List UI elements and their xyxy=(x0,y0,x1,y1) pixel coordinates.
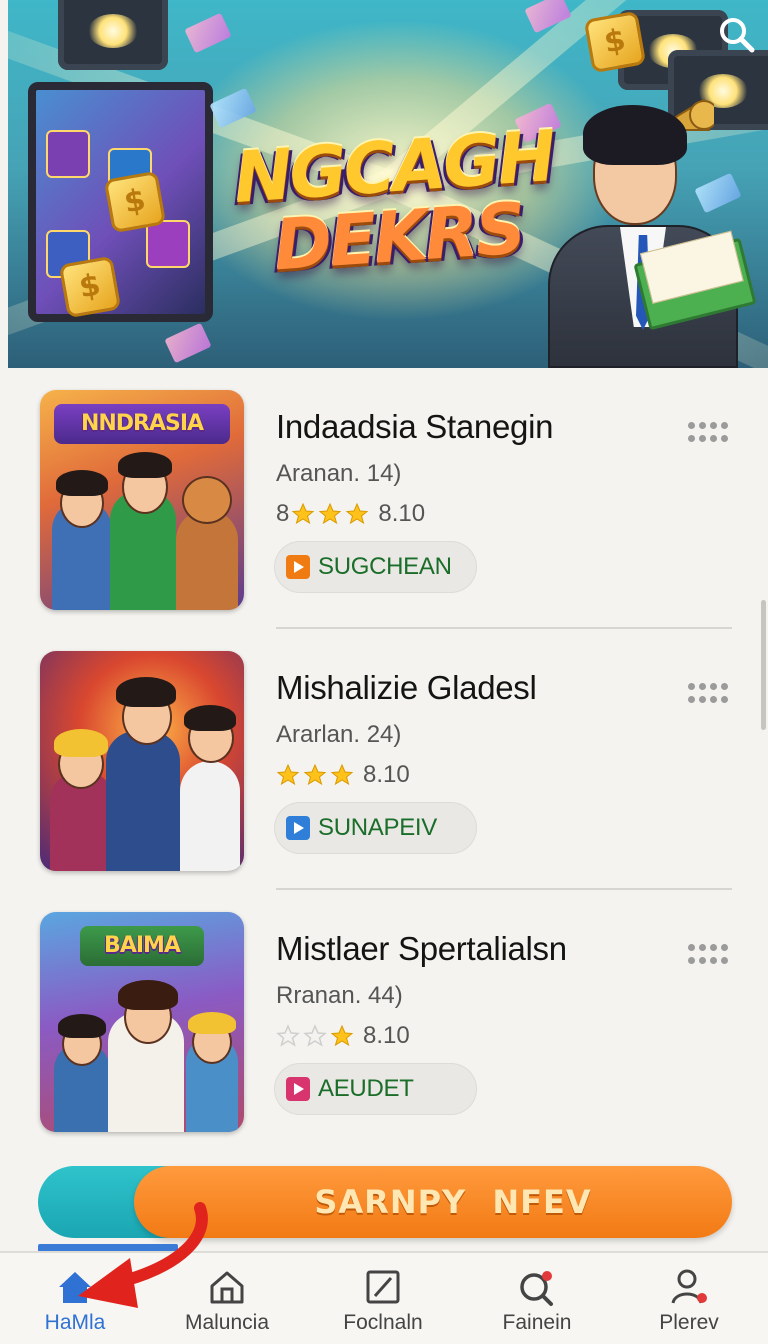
cta-container: SARNPY NFEV xyxy=(38,1166,732,1238)
game-subtitle: Aranan. 14) xyxy=(276,460,402,487)
edit-square-icon xyxy=(366,1270,400,1304)
game-subtitle: Rranan. 44) xyxy=(276,982,403,1009)
thumbnail-badge: NNDRASIA xyxy=(54,404,230,444)
house-outline-icon xyxy=(210,1271,244,1304)
rating-score: 8.10 xyxy=(363,1022,410,1049)
star-rating: 8.10 xyxy=(276,759,410,791)
spotlight xyxy=(58,0,168,70)
nav-item-maluncia[interactable]: Maluncia xyxy=(152,1253,302,1344)
star-half-icon xyxy=(292,502,315,525)
play-icon xyxy=(286,816,310,840)
list-item[interactable]: NNDRASIA Indaadsia Stanegin Aranan. 14) … xyxy=(0,368,768,629)
money-bill-icon xyxy=(184,12,232,54)
profile-icon xyxy=(671,1269,707,1304)
game-thumbnail[interactable]: NNDRASIA xyxy=(40,390,244,610)
list-item[interactable]: Mishalizie Gladesl Ararlan. 24) 8.10 SUN… xyxy=(0,629,768,890)
nav-label: Maluncia xyxy=(184,1311,270,1334)
more-dots-icon[interactable] xyxy=(686,681,732,707)
primary-cta-button[interactable]: SARNPY NFEV xyxy=(134,1166,732,1238)
nav-label: HaMla xyxy=(44,1311,106,1334)
nav-item-foclnaln[interactable]: Foclnaln xyxy=(308,1253,458,1344)
star-rating: 8 8.10 xyxy=(276,498,425,530)
more-dots-icon[interactable] xyxy=(686,942,732,968)
scrollbar[interactable] xyxy=(761,600,766,730)
hero-title-line2: DEKRS xyxy=(271,187,526,287)
hero-banner[interactable]: $ $ $ NGCAGH DEKRS xyxy=(8,0,768,368)
star-empty-icon xyxy=(303,1024,327,1047)
game-action-button[interactable]: SUNAPEIV xyxy=(274,802,477,854)
nav-label: Fainein xyxy=(502,1311,572,1334)
action-label: AEUDET xyxy=(318,1075,414,1102)
nav-item-plerev[interactable]: Plerev xyxy=(614,1253,764,1344)
nav-label: Foclnaln xyxy=(343,1311,423,1334)
game-action-button[interactable]: AEUDET xyxy=(274,1063,477,1115)
bottom-navigation: HaMla Maluncia Foclnaln Fainein Plerev xyxy=(0,1251,768,1344)
rating-score: 8.10 xyxy=(378,500,426,527)
send-icon xyxy=(286,1077,310,1101)
dollar-coin-icon: $ xyxy=(583,10,647,74)
nav-item-home[interactable]: HaMla xyxy=(0,1253,150,1344)
game-thumbnail[interactable]: BAIMA xyxy=(40,912,244,1132)
list-item[interactable]: BAIMA Mistlaer Spertalialsn Rranan. 44) … xyxy=(0,890,768,1150)
star-filled-icon xyxy=(330,1024,354,1047)
star-rating: 8.10 xyxy=(276,1020,410,1052)
hero-title: NGCAGH DEKRS xyxy=(222,115,571,287)
rating-prefix: 8 xyxy=(276,500,290,527)
nav-item-fainein[interactable]: Fainein xyxy=(462,1253,612,1344)
game-title[interactable]: Indaadsia Stanegin xyxy=(276,408,553,446)
action-label: SUGCHEAN xyxy=(318,553,452,580)
presenter-illustration xyxy=(548,105,758,368)
nav-label: Plerev xyxy=(659,1311,719,1334)
game-subtitle: Ararlan. 24) xyxy=(276,721,402,748)
game-title[interactable]: Mistlaer Spertalialsn xyxy=(276,930,567,968)
money-bill-icon xyxy=(164,322,212,364)
thumbnail-badge: BAIMA xyxy=(80,926,204,966)
rating-score: 8.10 xyxy=(363,761,410,788)
star-filled-icon xyxy=(319,502,342,525)
home-icon xyxy=(59,1272,91,1303)
search-heart-icon xyxy=(520,1271,553,1306)
cta-label: SARNPY NFEV xyxy=(314,1183,592,1221)
search-icon[interactable] xyxy=(716,14,758,56)
action-label: SUNAPEIV xyxy=(318,814,437,841)
game-action-button[interactable]: SUGCHEAN xyxy=(274,541,477,593)
dollar-coin-icon: $ xyxy=(103,170,167,234)
star-filled-icon xyxy=(346,502,369,525)
star-empty-icon xyxy=(276,1024,300,1047)
more-dots-icon[interactable] xyxy=(686,420,732,446)
game-thumbnail[interactable] xyxy=(40,651,244,871)
book-icon xyxy=(633,237,757,331)
dollar-coin-icon: $ xyxy=(58,255,122,319)
star-filled-icon xyxy=(303,763,327,786)
play-icon xyxy=(286,555,310,579)
game-title[interactable]: Mishalizie Gladesl xyxy=(276,669,537,707)
star-filled-icon xyxy=(330,763,354,786)
star-filled-icon xyxy=(276,763,300,786)
